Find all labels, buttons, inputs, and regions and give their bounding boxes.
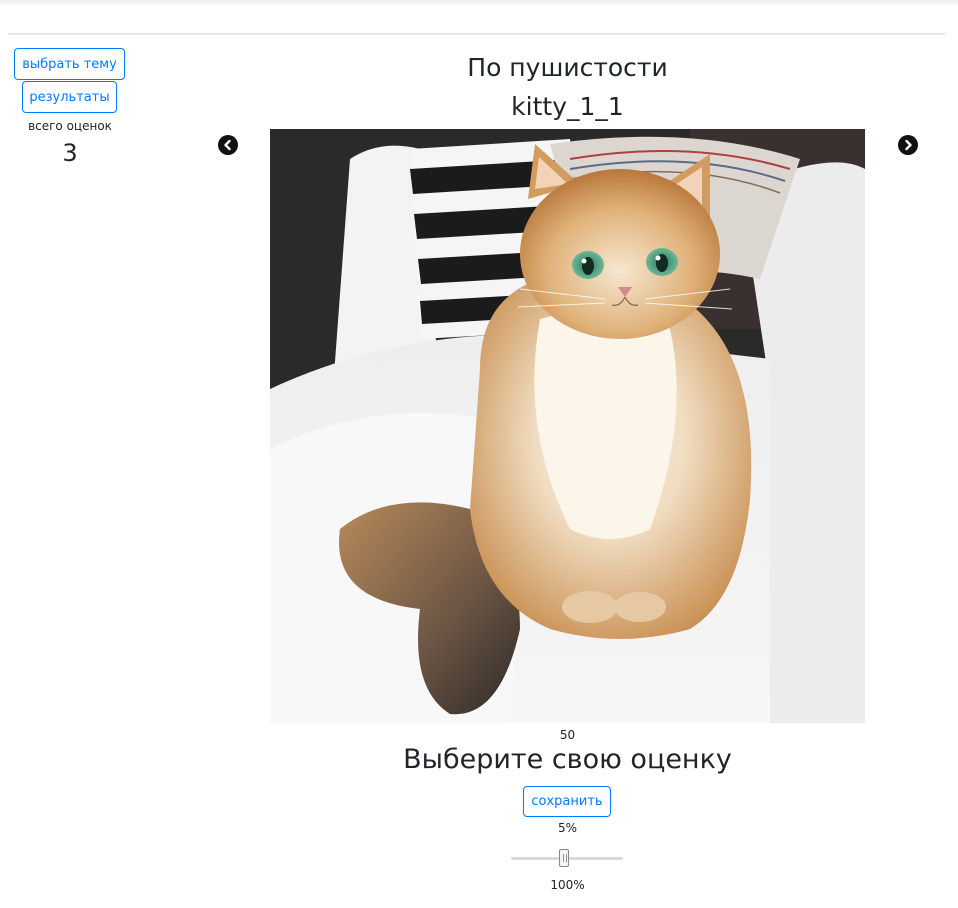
cat-illustration: [270, 129, 865, 723]
slider-thumb[interactable]: [559, 849, 569, 867]
save-button[interactable]: сохранить: [523, 786, 611, 817]
results-button[interactable]: результаты: [22, 81, 117, 113]
choose-topic-button[interactable]: выбрать тему: [14, 48, 125, 80]
cat-photo: [270, 129, 865, 723]
total-ratings-value: 3: [62, 139, 78, 167]
rate-heading: Выберите свою оценку: [403, 744, 732, 775]
image-title: kitty_1_1: [511, 92, 624, 121]
divider: [8, 33, 945, 35]
total-ratings-label: всего оценок: [28, 119, 112, 133]
chevron-right-circle-icon[interactable]: [898, 135, 918, 155]
current-score: 50: [559, 728, 576, 742]
rating-slider[interactable]: [511, 847, 623, 869]
topic-title: По пушистости: [467, 53, 668, 82]
chevron-left-circle-icon[interactable]: [218, 135, 238, 155]
top-shade: [0, 0, 958, 6]
slider-min-label: 5%: [557, 821, 578, 835]
slider-max-label: 100%: [550, 878, 585, 892]
